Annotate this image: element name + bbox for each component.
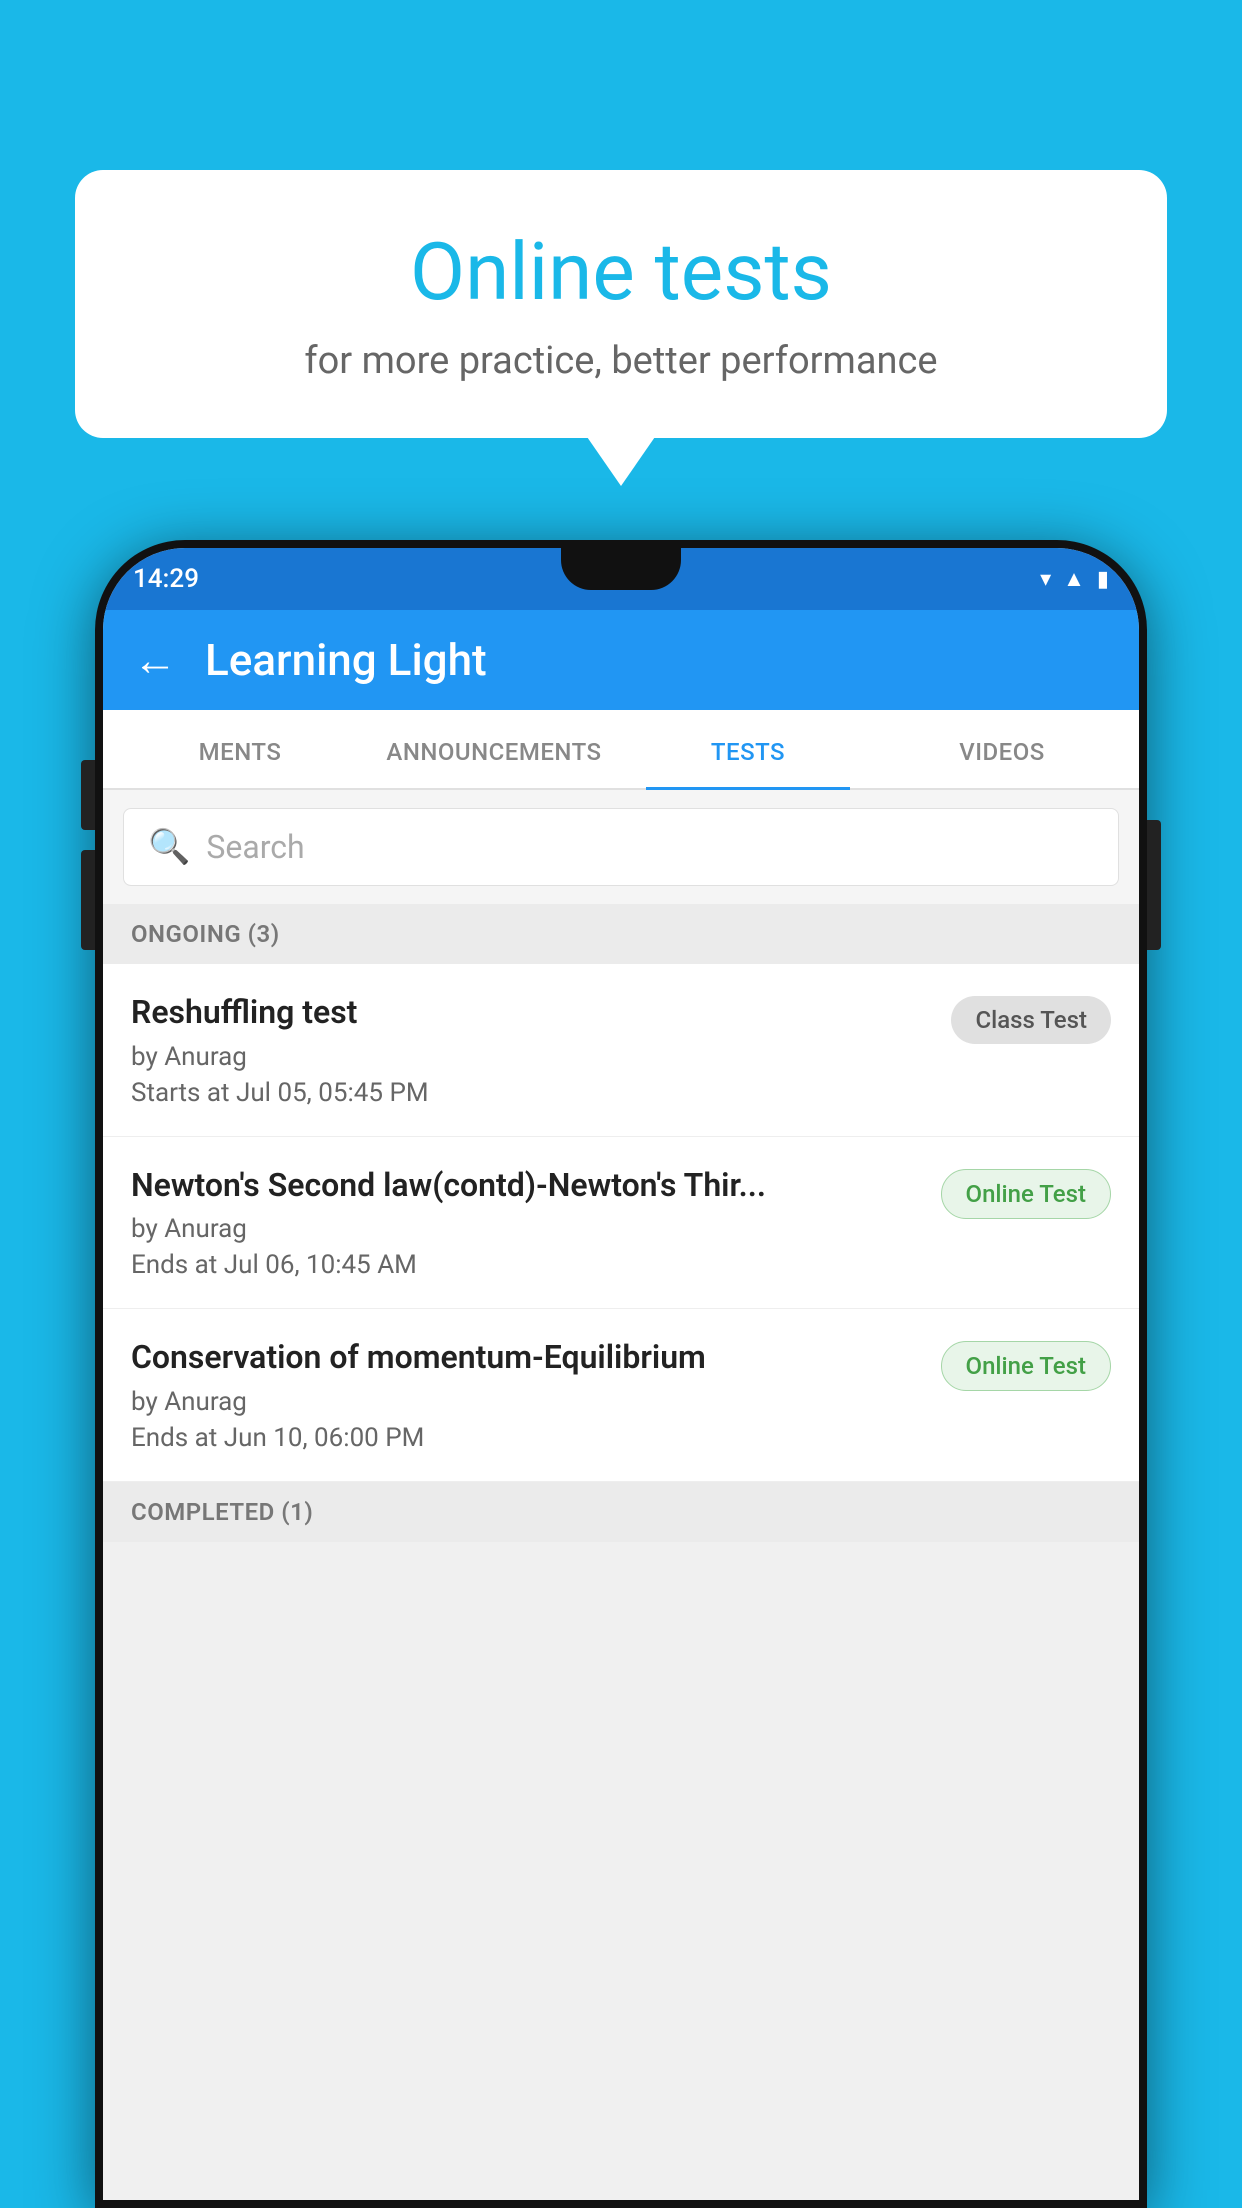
ongoing-title: ONGOING (3)	[131, 920, 280, 948]
phone-inner: 14:29 ▾ ▲ ▮ ← Learning Light MENTS ANNOU…	[103, 548, 1139, 2200]
speech-bubble-subtitle: for more practice, better performance	[135, 339, 1107, 383]
power-button[interactable]	[1147, 820, 1161, 950]
test-item-3-badge: Online Test	[941, 1341, 1111, 1391]
volume-down-button[interactable]	[81, 850, 95, 950]
test-item-2-badge: Online Test	[941, 1169, 1111, 1219]
phone-frame: 14:29 ▾ ▲ ▮ ← Learning Light MENTS ANNOU…	[95, 540, 1147, 2208]
app-bar-title: Learning Light	[205, 634, 487, 686]
battery-icon: ▮	[1097, 567, 1109, 592]
test-item-3-content: Conservation of momentum-Equilibrium by …	[131, 1337, 941, 1453]
volume-up-button[interactable]	[81, 760, 95, 830]
test-item-1-author: by Anurag	[131, 1042, 935, 1072]
test-item-3-date: Ends at Jun 10, 06:00 PM	[131, 1423, 925, 1453]
signal-icon: ▲	[1063, 566, 1085, 592]
tab-announcements[interactable]: ANNOUNCEMENTS	[367, 710, 621, 788]
tab-tests[interactable]: TESTS	[621, 710, 875, 788]
status-bar: 14:29 ▾ ▲ ▮	[103, 548, 1139, 610]
test-item-2[interactable]: Newton's Second law(contd)-Newton's Thir…	[103, 1137, 1139, 1310]
search-bar[interactable]: 🔍 Search	[123, 808, 1119, 886]
speech-bubble: Online tests for more practice, better p…	[75, 170, 1167, 438]
test-item-1-name: Reshuffling test	[131, 992, 935, 1034]
completed-section-header: COMPLETED (1)	[103, 1482, 1139, 1542]
test-item-1-date: Starts at Jul 05, 05:45 PM	[131, 1078, 935, 1108]
search-icon: 🔍	[148, 827, 190, 867]
test-item-1-content: Reshuffling test by Anurag Starts at Jul…	[131, 992, 951, 1108]
status-icons: ▾ ▲ ▮	[1040, 566, 1109, 592]
completed-title: COMPLETED (1)	[131, 1498, 313, 1526]
tabs-bar: MENTS ANNOUNCEMENTS TESTS VIDEOS	[103, 710, 1139, 790]
speech-bubble-title: Online tests	[135, 225, 1107, 319]
test-item-1-badge: Class Test	[951, 996, 1111, 1044]
test-item-2-author: by Anurag	[131, 1214, 925, 1244]
search-container: 🔍 Search	[103, 790, 1139, 904]
wifi-icon: ▾	[1040, 567, 1051, 592]
test-item-2-date: Ends at Jul 06, 10:45 AM	[131, 1250, 925, 1280]
test-item-3-name: Conservation of momentum-Equilibrium	[131, 1337, 925, 1379]
test-item-3[interactable]: Conservation of momentum-Equilibrium by …	[103, 1309, 1139, 1482]
tab-ments[interactable]: MENTS	[113, 710, 367, 788]
app-bar: ← Learning Light	[103, 610, 1139, 710]
test-item-1[interactable]: Reshuffling test by Anurag Starts at Jul…	[103, 964, 1139, 1137]
test-item-3-author: by Anurag	[131, 1387, 925, 1417]
test-item-2-name: Newton's Second law(contd)-Newton's Thir…	[131, 1165, 925, 1207]
test-item-2-content: Newton's Second law(contd)-Newton's Thir…	[131, 1165, 941, 1281]
test-list: Reshuffling test by Anurag Starts at Jul…	[103, 964, 1139, 1482]
search-placeholder: Search	[206, 828, 304, 866]
ongoing-section-header: ONGOING (3)	[103, 904, 1139, 964]
notch	[561, 548, 681, 590]
status-time: 14:29	[133, 564, 199, 594]
back-button[interactable]: ←	[133, 634, 177, 686]
tab-videos[interactable]: VIDEOS	[875, 710, 1129, 788]
